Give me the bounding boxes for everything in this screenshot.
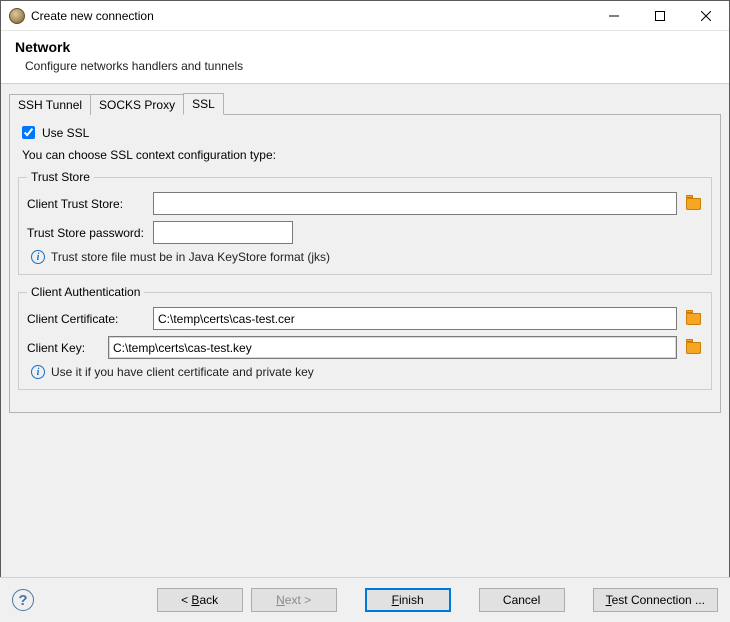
wizard-button-bar: ? < Back Next > Finish Cancel Test Conne…: [0, 577, 730, 622]
tabs: SSH Tunnel SOCKS Proxy SSL: [9, 92, 721, 115]
folder-icon: [686, 342, 701, 354]
page-subtitle: Configure networks handlers and tunnels: [25, 59, 715, 73]
finish-button[interactable]: Finish: [365, 588, 451, 612]
trust-store-group: Trust Store Client Trust Store: Trust St…: [18, 170, 712, 275]
trust-store-legend: Trust Store: [27, 170, 94, 184]
ssl-context-description: You can choose SSL context configuration…: [22, 148, 712, 162]
tab-ssl[interactable]: SSL: [183, 93, 224, 115]
client-trust-store-input[interactable]: [153, 192, 677, 215]
page-heading: Network: [15, 39, 715, 55]
app-icon: [9, 8, 25, 24]
browse-trust-store-button[interactable]: [683, 194, 703, 214]
tab-ssh-tunnel[interactable]: SSH Tunnel: [9, 94, 91, 115]
client-key-label: Client Key:: [27, 341, 102, 355]
client-certificate-input[interactable]: [153, 307, 677, 330]
test-connection-button[interactable]: Test Connection ...: [593, 588, 718, 612]
trust-store-password-input[interactable]: [153, 221, 293, 244]
folder-icon: [686, 313, 701, 325]
tab-socks-proxy[interactable]: SOCKS Proxy: [90, 94, 184, 115]
help-button[interactable]: ?: [12, 589, 34, 611]
use-ssl-checkbox[interactable]: [22, 126, 35, 139]
use-ssl-label: Use SSL: [42, 126, 89, 140]
trust-store-info-text: Trust store file must be in Java KeyStor…: [51, 250, 330, 264]
client-trust-store-label: Client Trust Store:: [27, 197, 147, 211]
tab-panel-ssl: Use SSL You can choose SSL context confi…: [9, 115, 721, 413]
window-title: Create new connection: [31, 9, 591, 23]
browse-client-key-button[interactable]: [683, 338, 703, 358]
client-key-input[interactable]: [108, 336, 677, 359]
minimize-button[interactable]: [591, 1, 637, 31]
next-button[interactable]: Next >: [251, 588, 337, 612]
trust-store-password-label: Trust Store password:: [27, 226, 147, 240]
cancel-button[interactable]: Cancel: [479, 588, 565, 612]
back-button[interactable]: < Back: [157, 588, 243, 612]
maximize-button[interactable]: [637, 1, 683, 31]
titlebar: Create new connection: [1, 1, 729, 31]
client-certificate-label: Client Certificate:: [27, 312, 147, 326]
close-button[interactable]: [683, 1, 729, 31]
info-icon: i: [31, 365, 45, 379]
wizard-banner: Network Configure networks handlers and …: [1, 31, 729, 84]
client-auth-info-text: Use it if you have client certificate an…: [51, 365, 314, 379]
folder-icon: [686, 198, 701, 210]
info-icon: i: [31, 250, 45, 264]
content-area: SSH Tunnel SOCKS Proxy SSL Use SSL You c…: [1, 84, 729, 413]
browse-client-cert-button[interactable]: [683, 309, 703, 329]
client-auth-group: Client Authentication Client Certificate…: [18, 285, 712, 390]
client-auth-legend: Client Authentication: [27, 285, 144, 299]
